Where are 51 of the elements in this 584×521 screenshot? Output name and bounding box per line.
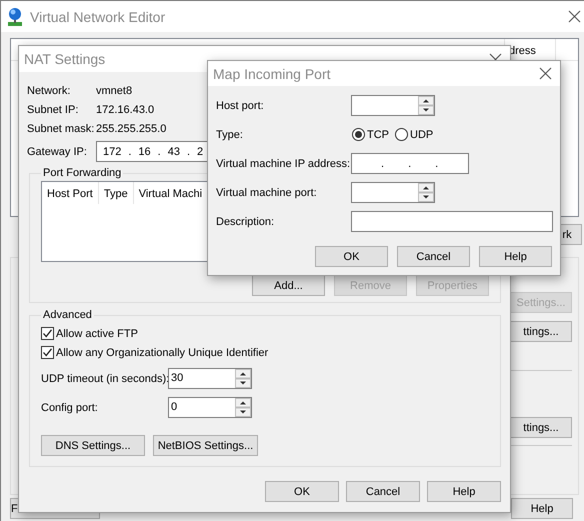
button[interactable]: ttings... [510,321,572,342]
field-label: Subnet mask: [27,122,96,134]
field-label: Type: [216,128,244,140]
button[interactable]: NetBIOS Settings... [153,435,258,456]
column-header[interactable]: Host Port [42,182,99,204]
field-label: Host port: [216,100,265,112]
window-title: NAT Settings [24,51,106,67]
button[interactable]: Add... [252,275,325,296]
button[interactable]: Cancel [397,246,470,267]
checkbox[interactable] [41,346,54,359]
button[interactable]: Help [427,481,501,502]
button[interactable]: ttings... [510,417,572,438]
field-label: Subnet IP: [27,104,80,116]
field-value: vmnet8 [96,84,132,96]
checkbox[interactable] [41,327,54,340]
spinner-arrows-icon[interactable] [418,183,434,202]
field-label: UDP timeout (in seconds): [41,372,168,384]
radio-label: UDP [410,128,434,140]
button[interactable]: Help [511,498,573,519]
button[interactable]: OK [315,246,388,267]
window-title: Virtual Network Editor [30,8,166,24]
checkbox-label: Allow active FTP [56,328,138,340]
spinner-field[interactable] [351,182,435,203]
field-value: 255.255.255.0 [96,122,166,134]
field-label: Gateway IP: [27,146,88,158]
button[interactable]: OK [265,481,339,502]
group-title: Advanced [42,309,93,321]
spinner-arrows-icon[interactable] [235,369,251,388]
spinner-field[interactable]: 30 [168,368,252,389]
network-globe-icon [6,6,24,26]
spinner-field[interactable]: 0 [168,397,252,418]
window-title: Map Incoming Port [213,66,332,82]
spinner-arrows-icon[interactable] [418,96,434,115]
group-title: Port Forwarding [42,167,122,179]
field-label: Virtual machine port: [216,186,318,198]
checkbox-label: Allow any Organizationally Unique Identifier [56,346,268,358]
field-label: Network: [27,84,72,96]
spinner-field[interactable] [351,95,435,116]
field-label: Config port: [41,402,99,414]
spinner-arrows-icon[interactable] [235,398,251,417]
button[interactable]: DNS Settings... [41,435,145,456]
button[interactable]: Help [479,246,552,267]
ip-address-field[interactable]: . . . [351,153,469,174]
radio-label: TCP [367,128,389,140]
button[interactable]: Cancel [346,481,420,502]
field-value: 172.16.43.0 [96,104,154,116]
radio-button[interactable] [352,128,365,141]
field-label: Description: [216,216,276,228]
column-header[interactable]: Type [98,182,134,204]
radio-button[interactable] [395,128,408,141]
input-field[interactable] [351,211,553,232]
